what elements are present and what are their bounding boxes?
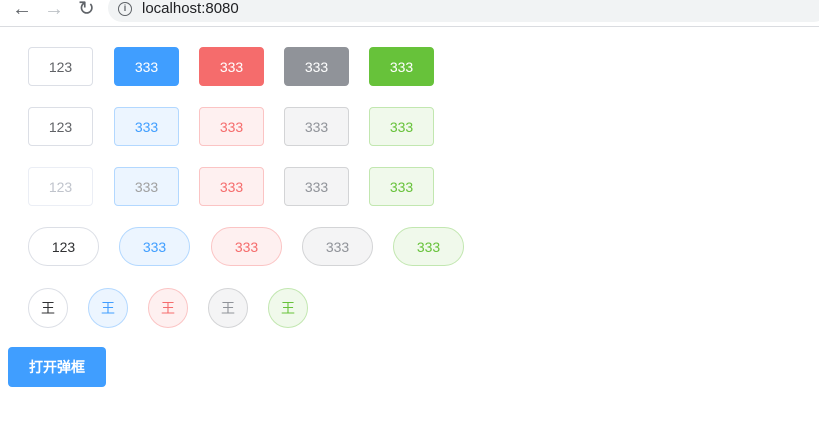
- success-button[interactable]: 333: [369, 47, 434, 86]
- plain-success-button[interactable]: 333: [369, 107, 434, 146]
- round-primary-button[interactable]: 333: [119, 227, 190, 266]
- round-danger-button[interactable]: 333: [211, 227, 282, 266]
- disabled-default-button[interactable]: 123: [28, 167, 93, 206]
- disabled-danger-button[interactable]: 333: [199, 167, 264, 206]
- info-button[interactable]: 333: [284, 47, 349, 86]
- round-default-button[interactable]: 123: [28, 227, 99, 266]
- default-button[interactable]: 123: [28, 47, 93, 86]
- plain-primary-button[interactable]: 333: [114, 107, 179, 146]
- circle-info-button[interactable]: 王: [208, 288, 248, 328]
- primary-button[interactable]: 333: [114, 47, 179, 86]
- circle-default-button[interactable]: 王: [28, 288, 68, 328]
- plain-default-button[interactable]: 123: [28, 107, 93, 146]
- open-dialog-button[interactable]: 打开弹框: [8, 347, 106, 387]
- url-text: localhost:8080: [142, 0, 239, 17]
- circle-success-button[interactable]: 王: [268, 288, 308, 328]
- reload-icon[interactable]: ↻: [78, 0, 95, 21]
- circle-primary-button[interactable]: 王: [88, 288, 128, 328]
- disabled-primary-button[interactable]: 333: [114, 167, 179, 206]
- circle-danger-button[interactable]: 王: [148, 288, 188, 328]
- danger-button[interactable]: 333: [199, 47, 264, 86]
- disabled-success-button[interactable]: 333: [369, 167, 434, 206]
- disabled-info-button[interactable]: 333: [284, 167, 349, 206]
- plain-danger-button[interactable]: 333: [199, 107, 264, 146]
- round-info-button[interactable]: 333: [302, 227, 373, 266]
- address-bar[interactable]: i localhost:8080: [108, 0, 819, 22]
- back-icon[interactable]: ←: [12, 0, 32, 21]
- info-icon[interactable]: i: [118, 2, 132, 16]
- plain-info-button[interactable]: 333: [284, 107, 349, 146]
- round-success-button[interactable]: 333: [393, 227, 464, 266]
- forward-icon[interactable]: →: [44, 0, 64, 21]
- browser-toolbar: ← → ↻ i localhost:8080: [0, 0, 819, 27]
